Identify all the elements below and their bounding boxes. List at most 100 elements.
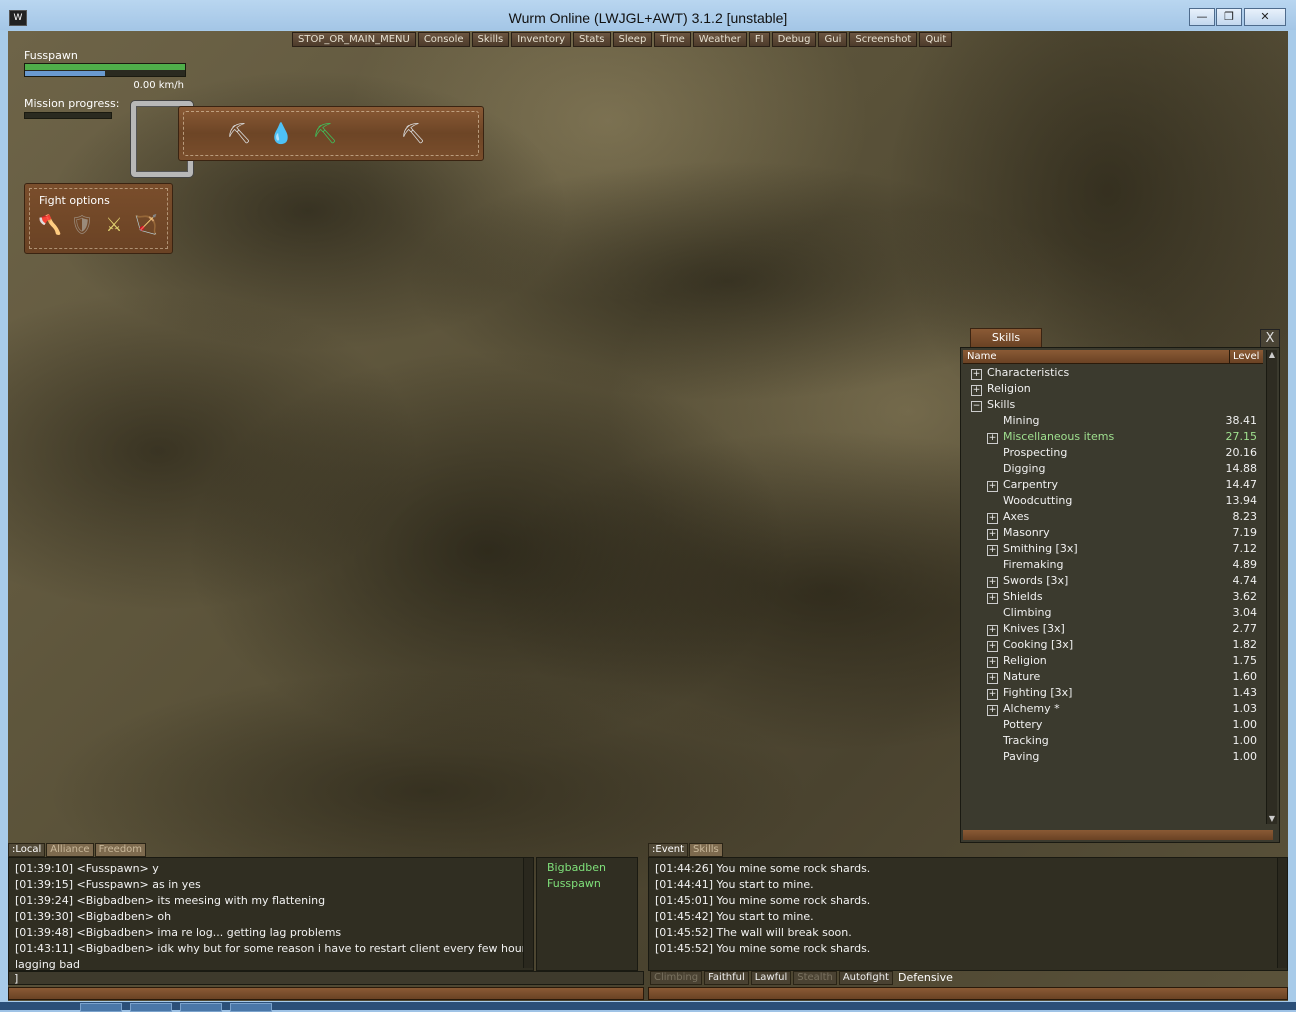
pickaxe-icon[interactable]: ⛏: [225, 120, 253, 146]
expand-icon[interactable]: +: [987, 657, 998, 668]
scroll-up-icon[interactable]: ▲: [1267, 350, 1277, 360]
chat-log[interactable]: [01:39:10] <Fusspawn> y [01:39:15] <Fussp…: [8, 857, 534, 971]
skill-row[interactable]: + Fighting [3x] 1.43: [965, 685, 1265, 701]
menu-item-time[interactable]: Time: [654, 32, 691, 47]
chat-input[interactable]: ]: [8, 971, 644, 985]
shield-icon[interactable]: 🛡: [69, 212, 95, 238]
toggle-stealth-button[interactable]: Stealth: [793, 971, 837, 985]
skill-row[interactable]: + Religion 1.75: [965, 653, 1265, 669]
menu-item-inventory[interactable]: Inventory: [511, 32, 571, 47]
water-icon[interactable]: 💧: [267, 120, 295, 146]
skill-row[interactable]: − Skills: [965, 397, 1265, 413]
skills-close-button[interactable]: X: [1260, 329, 1280, 348]
toggle-climbing-button[interactable]: Climbing: [650, 971, 703, 985]
skill-name: Carpentry: [1003, 478, 1059, 491]
green-pickaxe-icon[interactable]: ⛏: [311, 120, 339, 146]
chat-tab[interactable]: :Local: [8, 843, 46, 857]
skill-row[interactable]: + Carpentry 14.47: [965, 477, 1265, 493]
skill-row[interactable]: + Masonry 7.19: [965, 525, 1265, 541]
taskbar-item[interactable]: [80, 1003, 122, 1012]
user-list-item[interactable]: Fusspawn: [547, 877, 601, 890]
expand-icon[interactable]: +: [971, 385, 982, 396]
expand-icon[interactable]: +: [987, 689, 998, 700]
menu-item-skills[interactable]: Skills: [471, 32, 510, 47]
skill-row[interactable]: Digging 14.88: [965, 461, 1265, 477]
skill-row[interactable]: Tracking 1.00: [965, 733, 1265, 749]
skill-row[interactable]: Pottery 1.00: [965, 717, 1265, 733]
skill-row[interactable]: Mining 38.41: [965, 413, 1265, 429]
event-log[interactable]: [01:44:26] You mine some rock shards. [01…: [648, 857, 1288, 971]
menu-item-weather[interactable]: Weather: [692, 32, 747, 47]
expand-icon[interactable]: +: [987, 705, 998, 716]
pickaxe-icon[interactable]: ⛏: [399, 120, 427, 146]
skill-level: 1.60: [1232, 670, 1258, 683]
toggle-lawful-button[interactable]: Lawful: [750, 971, 792, 985]
sword-icon[interactable]: ⚔: [101, 212, 127, 238]
belt-slot-empty[interactable]: [443, 120, 471, 146]
chat-tab[interactable]: Freedom: [94, 843, 147, 857]
taskbar-item[interactable]: [180, 1003, 222, 1012]
menu-item-gui[interactable]: Gui: [818, 32, 848, 47]
collapse-icon[interactable]: −: [971, 401, 982, 412]
title-bar[interactable]: W Wurm Online (LWJGL+AWT) 3.1.2 [unstabl…: [0, 0, 1296, 30]
column-header-name[interactable]: Name: [967, 350, 997, 363]
expand-icon[interactable]: +: [987, 641, 998, 652]
taskbar-item[interactable]: [130, 1003, 172, 1012]
event-tab[interactable]: :Event: [648, 843, 689, 857]
skill-row[interactable]: Climbing 3.04: [965, 605, 1265, 621]
chat-tab[interactable]: Alliance: [46, 843, 94, 857]
menu-item-fi[interactable]: FI: [748, 32, 770, 47]
expand-icon[interactable]: +: [987, 593, 998, 604]
menu-item-console[interactable]: Console: [417, 32, 470, 47]
menu-item-stats[interactable]: Stats: [572, 32, 611, 47]
scroll-down-icon[interactable]: ▼: [1267, 814, 1277, 824]
expand-icon[interactable]: +: [987, 433, 998, 444]
expand-icon[interactable]: +: [987, 545, 998, 556]
expand-icon[interactable]: +: [987, 673, 998, 684]
skill-row[interactable]: + Swords [3x] 4.74: [965, 573, 1265, 589]
skill-row[interactable]: + Knives [3x] 2.77: [965, 621, 1265, 637]
expand-icon[interactable]: +: [971, 369, 982, 380]
user-list-item[interactable]: Bigbadben: [547, 861, 606, 874]
taskbar-item[interactable]: [230, 1003, 272, 1012]
expand-icon[interactable]: +: [987, 577, 998, 588]
chat-message: [01:39:30] <Bigbadben> oh: [15, 910, 172, 923]
restore-button[interactable]: ❐: [1216, 8, 1242, 26]
expand-icon[interactable]: +: [987, 481, 998, 492]
toggle-faithful-button[interactable]: Faithful: [704, 971, 749, 985]
menu-item-quit[interactable]: Quit: [919, 32, 953, 47]
skill-row[interactable]: Prospecting 20.16: [965, 445, 1265, 461]
menu-item-stop-or-main-menu[interactable]: STOP_OR_MAIN_MENU: [292, 32, 416, 47]
axe-icon[interactable]: 🪓: [37, 212, 63, 238]
menu-item-screenshot[interactable]: Screenshot: [849, 32, 918, 47]
skills-window-tab[interactable]: Skills: [970, 328, 1042, 348]
skill-row[interactable]: + Cooking [3x] 1.82: [965, 637, 1265, 653]
event-tab[interactable]: Skills: [689, 843, 723, 857]
bow-icon[interactable]: 🏹: [133, 212, 159, 238]
chat-scrollbar[interactable]: [523, 858, 533, 968]
skill-row[interactable]: + Axes 8.23: [965, 509, 1265, 525]
skill-row[interactable]: Woodcutting 13.94: [965, 493, 1265, 509]
skill-row[interactable]: + Characteristics: [965, 365, 1265, 381]
event-scrollbar[interactable]: [1277, 858, 1287, 968]
menu-item-sleep[interactable]: Sleep: [612, 32, 653, 47]
toggle-autofight-button[interactable]: Autofight: [838, 971, 893, 985]
expand-icon[interactable]: +: [987, 513, 998, 524]
expand-icon[interactable]: +: [987, 625, 998, 636]
game-viewport[interactable]: STOP_OR_MAIN_MENU Console Skills Inventory S…: [8, 31, 1288, 1001]
expand-icon[interactable]: +: [987, 529, 998, 540]
skills-scrollbar[interactable]: ▲ ▼: [1266, 350, 1277, 824]
skill-row[interactable]: + Smithing [3x] 7.12: [965, 541, 1265, 557]
minimize-button[interactable]: —: [1189, 8, 1215, 26]
skill-row[interactable]: + Religion: [965, 381, 1265, 397]
skill-row[interactable]: + Miscellaneous items 27.15: [965, 429, 1265, 445]
skill-row[interactable]: Firemaking 4.89: [965, 557, 1265, 573]
skill-row[interactable]: + Shields 3.62: [965, 589, 1265, 605]
belt-slot-empty[interactable]: [351, 120, 379, 146]
skill-row[interactable]: + Nature 1.60: [965, 669, 1265, 685]
skill-row[interactable]: Paving 1.00: [965, 749, 1265, 765]
skill-row[interactable]: + Alchemy * 1.03: [965, 701, 1265, 717]
column-header-level[interactable]: Level: [1229, 350, 1267, 363]
close-button[interactable]: ✕: [1244, 8, 1286, 26]
menu-item-debug[interactable]: Debug: [771, 32, 817, 47]
